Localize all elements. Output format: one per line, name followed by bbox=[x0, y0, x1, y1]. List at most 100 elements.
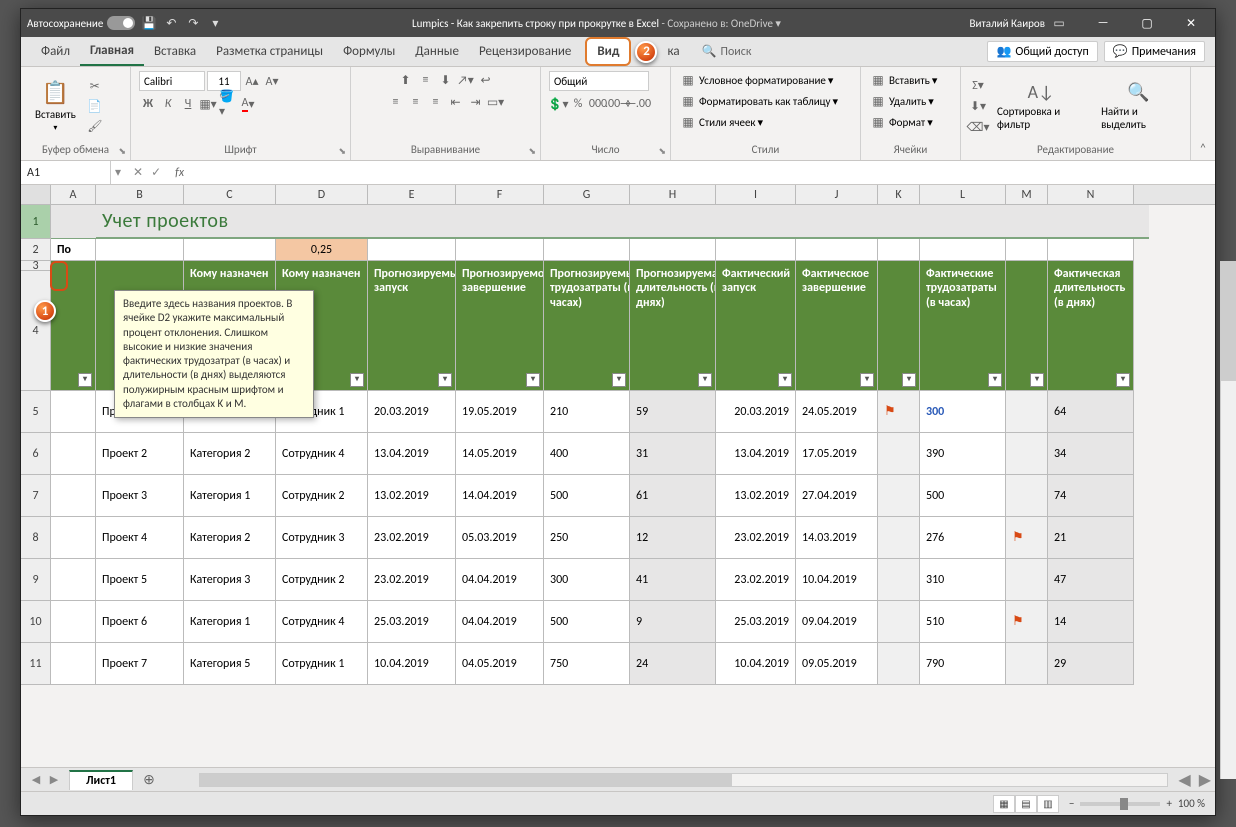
cell[interactable] bbox=[1006, 391, 1048, 433]
italic-button[interactable]: К bbox=[159, 95, 177, 113]
decrease-font-icon[interactable]: A▾ bbox=[263, 72, 281, 90]
tab-layout[interactable]: Разметка страницы bbox=[206, 37, 333, 66]
filter-dropdown-icon[interactable]: ▾ bbox=[438, 373, 452, 387]
cell[interactable]: Сотрудник 4 bbox=[276, 433, 368, 475]
cell[interactable]: Фактическая длительность (в днях)▾ bbox=[1048, 261, 1134, 391]
cell[interactable] bbox=[630, 239, 716, 261]
align-left-icon[interactable]: ≡ bbox=[387, 93, 405, 111]
cell[interactable] bbox=[1048, 239, 1134, 261]
cell[interactable]: Сотрудник 3 bbox=[276, 517, 368, 559]
filter-dropdown-icon[interactable]: ▾ bbox=[860, 373, 874, 387]
cell[interactable]: 04.05.2019 bbox=[456, 643, 544, 685]
cell[interactable]: Сотрудник 1 bbox=[276, 643, 368, 685]
tab-data[interactable]: Данные bbox=[405, 37, 469, 66]
row-header-3[interactable]: 3 bbox=[21, 261, 51, 271]
cell[interactable]: Категория 1 bbox=[184, 601, 276, 643]
cell[interactable]: 500 bbox=[544, 601, 630, 643]
cell[interactable]: 0,25 bbox=[276, 239, 368, 261]
cell[interactable] bbox=[920, 239, 1006, 261]
cell[interactable]: 300 bbox=[920, 391, 1006, 433]
cell[interactable]: Категория 2 bbox=[184, 517, 276, 559]
col-F[interactable]: F bbox=[456, 185, 544, 204]
cell[interactable]: Проект 2 bbox=[96, 433, 184, 475]
cell[interactable]: 31 bbox=[630, 433, 716, 475]
cell[interactable]: Фактическое завершение▾ bbox=[796, 261, 878, 391]
cell[interactable]: Проект 6 bbox=[96, 601, 184, 643]
cell[interactable] bbox=[878, 475, 920, 517]
cell[interactable]: 25.03.2019 bbox=[716, 601, 796, 643]
cell[interactable]: 27.04.2019 bbox=[796, 475, 878, 517]
cell[interactable]: 400 bbox=[544, 433, 630, 475]
horizontal-scrollbar[interactable] bbox=[199, 773, 1168, 787]
col-A[interactable]: A bbox=[51, 185, 96, 204]
clipboard-launcher-icon[interactable]: ⬊ bbox=[118, 146, 126, 157]
align-middle-icon[interactable]: ≡ bbox=[417, 71, 435, 89]
autosave-toggle[interactable]: Автосохранение bbox=[27, 16, 135, 30]
font-launcher-icon[interactable]: ⬊ bbox=[338, 146, 346, 157]
cut-icon[interactable]: ✂ bbox=[86, 77, 104, 95]
qat-dropdown-icon[interactable]: ▾ bbox=[207, 15, 223, 31]
fill-icon[interactable]: ⬇▾ bbox=[969, 97, 987, 115]
col-G[interactable]: G bbox=[544, 185, 630, 204]
cell[interactable]: 64 bbox=[1048, 391, 1134, 433]
cell[interactable]: 23.02.2019 bbox=[368, 517, 456, 559]
col-D[interactable]: D bbox=[276, 185, 368, 204]
col-H[interactable]: H bbox=[630, 185, 716, 204]
format-cells-button[interactable]: ▦Формат ▾ bbox=[869, 113, 933, 131]
cell[interactable]: Категория 2 bbox=[184, 433, 276, 475]
bold-button[interactable]: Ж bbox=[139, 95, 157, 113]
row-header-4[interactable]: 4 bbox=[21, 271, 51, 391]
vertical-scrollbar[interactable] bbox=[1220, 261, 1236, 779]
underline-button[interactable]: Ч bbox=[179, 95, 197, 113]
row-header-6[interactable]: 6 bbox=[21, 433, 51, 475]
cell[interactable]: 25.03.2019 bbox=[368, 601, 456, 643]
col-M[interactable]: M bbox=[1006, 185, 1048, 204]
cell[interactable]: ▾ bbox=[878, 261, 920, 391]
cell[interactable]: 23.02.2019 bbox=[368, 559, 456, 601]
col-K[interactable]: K bbox=[878, 185, 920, 204]
cell[interactable] bbox=[51, 517, 96, 559]
cell[interactable]: 310 bbox=[920, 559, 1006, 601]
fx-icon[interactable]: fx bbox=[169, 166, 184, 180]
row-header-10[interactable]: 10 bbox=[21, 601, 51, 643]
find-select-button[interactable]: 🔍Найти и выделить bbox=[1095, 79, 1182, 133]
filter-dropdown-icon[interactable]: ▾ bbox=[78, 373, 92, 387]
page-break-view-icon[interactable]: ▥ bbox=[1037, 795, 1059, 813]
cell[interactable]: ⚑ bbox=[878, 391, 920, 433]
cell[interactable] bbox=[96, 239, 184, 261]
cell[interactable]: Прогнозируемый запуск▾ bbox=[368, 261, 456, 391]
page-layout-view-icon[interactable]: ▤ bbox=[1015, 795, 1037, 813]
filter-dropdown-icon[interactable]: ▾ bbox=[612, 373, 626, 387]
cell[interactable]: 29 bbox=[1048, 643, 1134, 685]
zoom-in-icon[interactable]: + bbox=[1166, 797, 1171, 810]
cell[interactable] bbox=[1006, 433, 1048, 475]
cell[interactable]: 14.03.2019 bbox=[796, 517, 878, 559]
minimize-button[interactable]: — bbox=[1085, 16, 1121, 31]
cell[interactable]: 13.02.2019 bbox=[716, 475, 796, 517]
cell[interactable] bbox=[878, 643, 920, 685]
cell[interactable]: 790 bbox=[920, 643, 1006, 685]
row-header-1[interactable]: 1 bbox=[21, 205, 51, 239]
clear-icon[interactable]: ⌫▾ bbox=[969, 118, 987, 136]
cell[interactable] bbox=[51, 391, 96, 433]
cell[interactable]: ⚑ bbox=[1006, 601, 1048, 643]
conditional-format-button[interactable]: ▦Условное форматирование ▾ bbox=[679, 71, 833, 89]
col-C[interactable]: C bbox=[184, 185, 276, 204]
increase-font-icon[interactable]: A▴ bbox=[243, 72, 261, 90]
wrap-text-icon[interactable]: ↩ bbox=[477, 71, 495, 89]
cell[interactable]: ▾ bbox=[1006, 261, 1048, 391]
cell[interactable]: 500 bbox=[544, 475, 630, 517]
cell[interactable]: ⚑ bbox=[1006, 517, 1048, 559]
maximize-button[interactable]: ▢ bbox=[1129, 16, 1165, 31]
decrease-decimal-icon[interactable]: ←.00 bbox=[629, 95, 647, 113]
cell[interactable] bbox=[878, 517, 920, 559]
cell[interactable]: Категория 5 bbox=[184, 643, 276, 685]
tab-home[interactable]: Главная bbox=[80, 37, 144, 66]
filter-dropdown-icon[interactable]: ▾ bbox=[350, 373, 364, 387]
cell[interactable] bbox=[878, 433, 920, 475]
undo-icon[interactable]: ↶ bbox=[163, 15, 179, 31]
col-E[interactable]: E bbox=[368, 185, 456, 204]
autosum-icon[interactable]: Σ▾ bbox=[969, 76, 987, 94]
sort-filter-button[interactable]: A↓Сортировка и фильтр bbox=[991, 79, 1091, 133]
format-table-button[interactable]: ▦Форматировать как таблицу ▾ bbox=[679, 92, 838, 110]
